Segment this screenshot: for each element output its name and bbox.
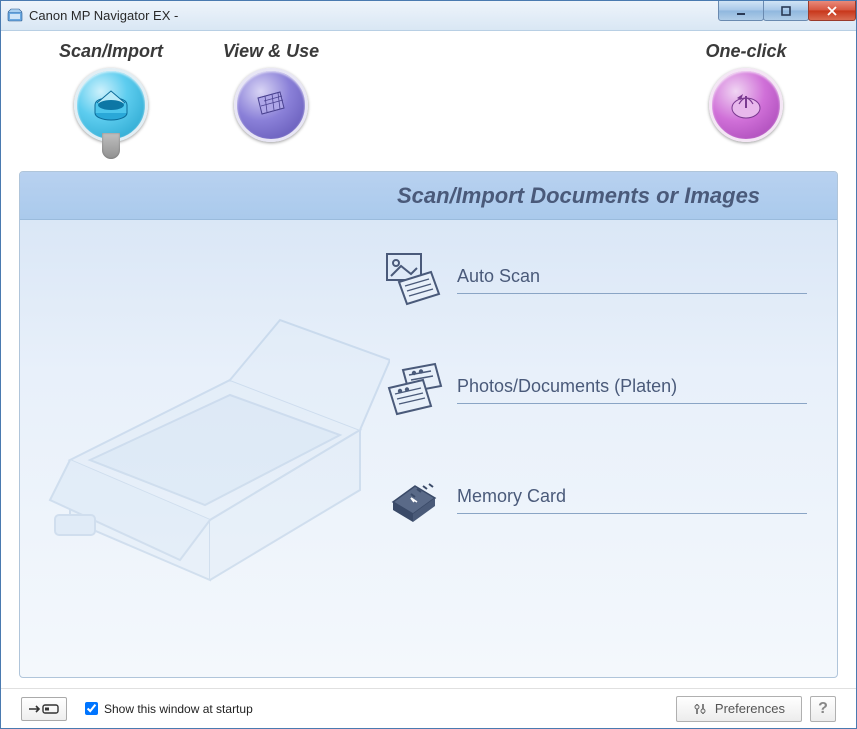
- tab-scan-import[interactable]: Scan/Import: [31, 41, 191, 142]
- scanner-illustration-icon: [30, 280, 390, 600]
- panel-header: Scan/Import Documents or Images: [20, 172, 837, 220]
- switch-mode-button[interactable]: [21, 697, 67, 721]
- app-window: Canon MP Navigator EX - Scan/Import: [0, 0, 857, 729]
- app-icon: [7, 8, 23, 24]
- show-at-startup-checkbox[interactable]: Show this window at startup: [85, 702, 253, 716]
- sliders-icon: [693, 702, 707, 716]
- auto-scan-icon: [377, 250, 447, 310]
- scan-import-icon: [74, 68, 148, 142]
- option-label: Photos/Documents (Platen): [457, 376, 807, 404]
- tab-view-use[interactable]: View & Use: [191, 41, 351, 142]
- minimize-button[interactable]: [718, 1, 764, 21]
- footer-bar: Show this window at startup Preferences …: [1, 688, 856, 728]
- option-photos-documents[interactable]: Photos/Documents (Platen): [377, 360, 807, 420]
- help-label: ?: [818, 700, 828, 718]
- close-button[interactable]: [808, 1, 856, 21]
- tab-label: One-click: [705, 41, 786, 62]
- option-label: Memory Card: [457, 486, 807, 514]
- option-auto-scan[interactable]: Auto Scan: [377, 250, 807, 310]
- option-label: Auto Scan: [457, 266, 807, 294]
- preferences-label: Preferences: [715, 701, 785, 716]
- window-controls: [719, 1, 856, 21]
- panel-body: Auto Scan: [20, 220, 837, 677]
- scan-options-list: Auto Scan: [377, 250, 807, 580]
- photos-documents-icon: [377, 360, 447, 420]
- title-bar: Canon MP Navigator EX -: [1, 1, 856, 31]
- tab-label: View & Use: [223, 41, 319, 62]
- mode-tabs: Scan/Import View & Use: [1, 31, 856, 171]
- one-click-icon: [709, 68, 783, 142]
- view-use-icon: [234, 68, 308, 142]
- panel-title: Scan/Import Documents or Images: [397, 183, 760, 209]
- memory-card-icon: [377, 470, 447, 530]
- option-memory-card[interactable]: Memory Card: [377, 470, 807, 530]
- help-button[interactable]: ?: [810, 696, 836, 722]
- startup-checkbox-input[interactable]: [85, 702, 98, 715]
- window-title: Canon MP Navigator EX -: [29, 8, 178, 23]
- startup-checkbox-label: Show this window at startup: [104, 702, 253, 716]
- tab-label: Scan/Import: [59, 41, 163, 62]
- maximize-button[interactable]: [763, 1, 809, 21]
- preferences-button[interactable]: Preferences: [676, 696, 802, 722]
- content-panel: Scan/Import Documents or Images: [19, 171, 838, 678]
- active-tab-pointer-icon: [102, 133, 120, 159]
- tab-one-click[interactable]: One-click: [666, 41, 826, 142]
